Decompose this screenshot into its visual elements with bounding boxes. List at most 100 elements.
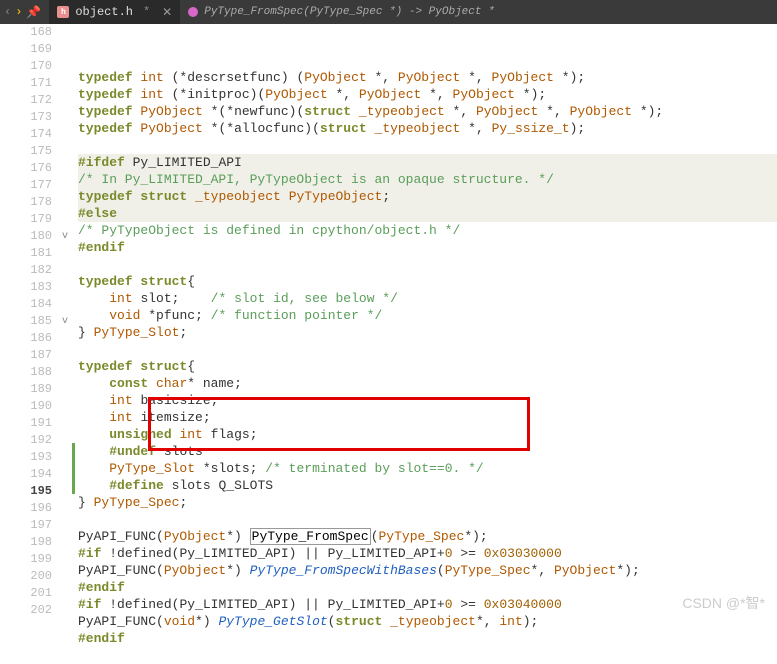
file-header-icon: h xyxy=(57,6,69,18)
close-icon[interactable]: ✕ xyxy=(162,5,172,20)
breadcrumb-text: PyType_FromSpec(PyType_Spec *) -> PyObje… xyxy=(204,6,494,18)
code-line[interactable]: void *pfunc; /* function pointer */ xyxy=(78,307,777,324)
fold-marker xyxy=(58,398,72,415)
fold-marker xyxy=(58,160,72,177)
code-line[interactable]: PyAPI_FUNC(PyObject*) PyType_FromSpecWit… xyxy=(78,562,777,579)
line-number: 193 xyxy=(0,449,52,466)
line-number: 202 xyxy=(0,602,52,619)
code-line[interactable] xyxy=(78,647,777,664)
line-number: 171 xyxy=(0,75,52,92)
line-number: 199 xyxy=(0,551,52,568)
code-line[interactable]: typedef struct{ xyxy=(78,358,777,375)
fold-marker xyxy=(58,415,72,432)
code-line[interactable]: #endif xyxy=(78,630,777,647)
code-line[interactable]: const char* name; xyxy=(78,375,777,392)
code-line[interactable] xyxy=(78,137,777,154)
pin-icon[interactable]: 📌 xyxy=(26,5,41,20)
fold-marker xyxy=(58,296,72,313)
code-line[interactable]: typedef struct{ xyxy=(78,273,777,290)
fold-marker xyxy=(58,211,72,228)
fold-marker xyxy=(58,194,72,211)
fold-marker xyxy=(58,432,72,449)
code-line[interactable]: /* PyTypeObject is defined in cpython/ob… xyxy=(78,222,777,239)
code-line[interactable]: typedef int (*descrsetfunc) (PyObject *,… xyxy=(78,69,777,86)
line-number: 180 xyxy=(0,228,52,245)
code-line[interactable]: #define slots Q_SLOTS xyxy=(72,477,777,494)
code-line[interactable]: typedef int (*initproc)(PyObject *, PyOb… xyxy=(78,86,777,103)
fold-marker xyxy=(58,24,72,41)
fold-marker xyxy=(58,143,72,160)
code-line[interactable] xyxy=(78,256,777,273)
code-line[interactable]: PyType_Slot *slots; /* terminated by slo… xyxy=(72,460,777,477)
code-line[interactable]: #else xyxy=(78,205,777,222)
line-number: 183 xyxy=(0,279,52,296)
line-number: 197 xyxy=(0,517,52,534)
fold-marker xyxy=(58,585,72,602)
code-line[interactable]: #ifdef Py_LIMITED_API xyxy=(78,154,777,171)
line-number: 196 xyxy=(0,500,52,517)
line-number: 175 xyxy=(0,143,52,160)
fold-marker xyxy=(58,602,72,619)
code-line[interactable] xyxy=(78,511,777,528)
code-line[interactable] xyxy=(78,341,777,358)
code-line[interactable]: unsigned int flags; xyxy=(78,426,777,443)
code-editor[interactable]: 1681691701711721731741751761771781791801… xyxy=(0,24,777,621)
line-number: 174 xyxy=(0,126,52,143)
code-line[interactable]: PyAPI_FUNC(PyObject*) PyType_FromSpec(Py… xyxy=(78,528,777,545)
breadcrumb[interactable]: PyType_FromSpec(PyType_Spec *) -> PyObje… xyxy=(180,6,502,18)
line-number: 170 xyxy=(0,58,52,75)
code-area[interactable]: typedef int (*descrsetfunc) (PyObject *,… xyxy=(72,24,777,621)
code-line[interactable]: PyAPI_FUNC(void*) PyType_GetSlot(struct … xyxy=(78,613,777,630)
nav-back-icon[interactable]: ‹ xyxy=(4,5,11,20)
line-number: 182 xyxy=(0,262,52,279)
line-number: 176 xyxy=(0,160,52,177)
line-number: 190 xyxy=(0,398,52,415)
fold-marker[interactable]: v xyxy=(58,228,72,245)
fold-column: vv xyxy=(58,24,72,621)
line-number: 178 xyxy=(0,194,52,211)
code-line[interactable]: int itemsize; xyxy=(78,409,777,426)
code-line[interactable]: #undef slots xyxy=(72,443,777,460)
tab-title: object.h xyxy=(75,5,133,19)
tab-object-h[interactable]: h object.h * ✕ xyxy=(49,0,180,24)
code-line[interactable]: /* In Py_LIMITED_API, PyTypeObject is an… xyxy=(78,171,777,188)
line-number: 200 xyxy=(0,568,52,585)
code-line[interactable]: typedef PyObject *(*allocfunc)(struct _t… xyxy=(78,120,777,137)
watermark: CSDN @*智* xyxy=(682,593,765,613)
code-line[interactable]: typedef PyObject *(*newfunc)(struct _typ… xyxy=(78,103,777,120)
fold-marker xyxy=(58,330,72,347)
line-number: 188 xyxy=(0,364,52,381)
code-line[interactable]: #endif xyxy=(78,579,777,596)
fold-marker xyxy=(58,177,72,194)
code-line[interactable]: } PyType_Spec; xyxy=(78,494,777,511)
line-number: 201 xyxy=(0,585,52,602)
fold-marker xyxy=(58,466,72,483)
fold-marker xyxy=(58,58,72,75)
line-number: 198 xyxy=(0,534,52,551)
fold-marker xyxy=(58,551,72,568)
fold-marker xyxy=(58,262,72,279)
nav-forward-icon[interactable]: › xyxy=(15,5,22,20)
line-number: 177 xyxy=(0,177,52,194)
line-number: 187 xyxy=(0,347,52,364)
line-number: 168 xyxy=(0,24,52,41)
code-line[interactable]: #if !defined(Py_LIMITED_API) || Py_LIMIT… xyxy=(78,545,777,562)
line-number: 169 xyxy=(0,41,52,58)
line-number-gutter: 1681691701711721731741751761771781791801… xyxy=(0,24,58,621)
code-line[interactable]: int basicsize; xyxy=(78,392,777,409)
fold-marker xyxy=(58,92,72,109)
fold-marker[interactable]: v xyxy=(58,313,72,330)
line-number: 184 xyxy=(0,296,52,313)
code-line[interactable]: int slot; /* slot id, see below */ xyxy=(78,290,777,307)
line-number: 181 xyxy=(0,245,52,262)
code-line[interactable]: typedef struct _typeobject PyTypeObject; xyxy=(78,188,777,205)
line-number: 179 xyxy=(0,211,52,228)
line-number: 194 xyxy=(0,466,52,483)
line-number: 173 xyxy=(0,109,52,126)
code-line[interactable]: #endif xyxy=(78,239,777,256)
code-line[interactable]: #if !defined(Py_LIMITED_API) || Py_LIMIT… xyxy=(78,596,777,613)
fold-marker xyxy=(58,109,72,126)
fold-marker xyxy=(58,364,72,381)
fold-marker xyxy=(58,75,72,92)
code-line[interactable]: } PyType_Slot; xyxy=(78,324,777,341)
